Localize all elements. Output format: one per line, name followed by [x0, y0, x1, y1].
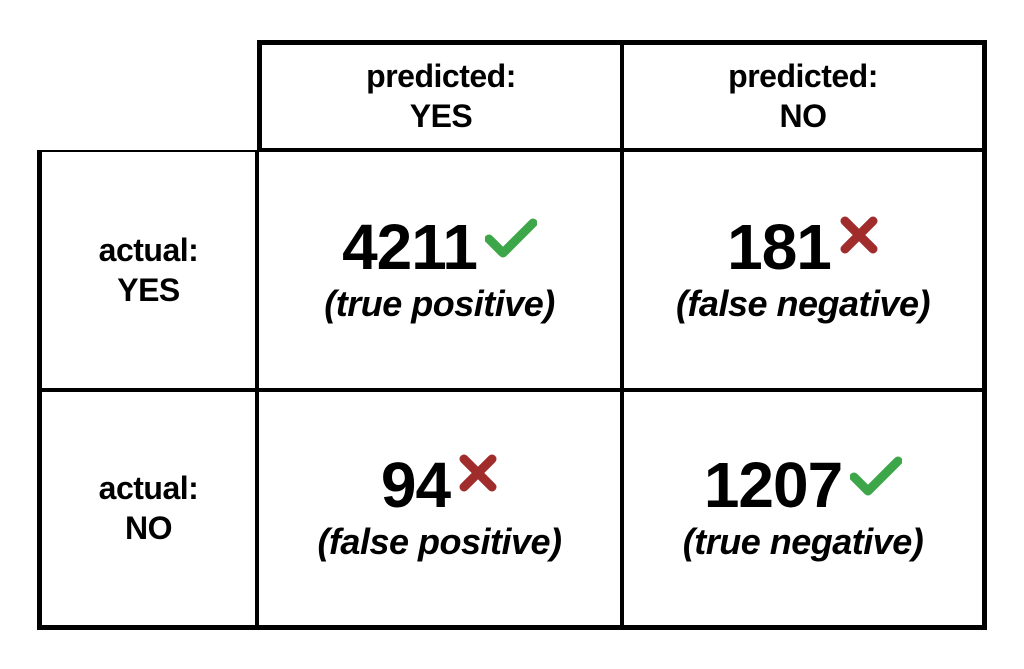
cell-value: 4211 — [342, 215, 477, 279]
header-text: NO — [780, 96, 827, 136]
blank-corner — [37, 40, 257, 150]
cell-false-positive: 94 (false positive) — [257, 390, 622, 630]
confusion-matrix: predicted: YES predicted: NO actual: YES… — [37, 40, 987, 630]
cell-value: 1207 — [704, 453, 842, 517]
x-icon — [458, 453, 498, 493]
cell-annotation: (true negative) — [683, 521, 924, 563]
header-text: actual: — [99, 230, 199, 270]
header-text: actual: — [99, 468, 199, 508]
col-header-predicted-yes: predicted: YES — [257, 40, 622, 150]
cell-value: 94 — [381, 453, 450, 517]
value-row: 94 — [381, 453, 498, 517]
header-text: predicted: — [366, 56, 516, 96]
row-header-actual-no: actual: NO — [37, 390, 257, 630]
value-row: 181 — [727, 215, 879, 279]
row-header-actual-yes: actual: YES — [37, 150, 257, 390]
header-text: YES — [410, 96, 473, 136]
cell-annotation: (true positive) — [324, 283, 555, 325]
header-text: predicted: — [728, 56, 878, 96]
header-text: NO — [125, 508, 172, 548]
check-icon — [850, 455, 902, 497]
check-icon — [485, 217, 537, 259]
value-row: 1207 — [704, 453, 902, 517]
value-row: 4211 — [342, 215, 537, 279]
x-icon — [839, 215, 879, 255]
cell-false-negative: 181 (false negative) — [622, 150, 987, 390]
cell-true-positive: 4211 (true positive) — [257, 150, 622, 390]
cell-annotation: (false positive) — [317, 521, 561, 563]
cell-annotation: (false negative) — [676, 283, 930, 325]
cell-true-negative: 1207 (true negative) — [622, 390, 987, 630]
cell-value: 181 — [727, 215, 831, 279]
header-text: YES — [117, 270, 180, 310]
col-header-predicted-no: predicted: NO — [622, 40, 987, 150]
